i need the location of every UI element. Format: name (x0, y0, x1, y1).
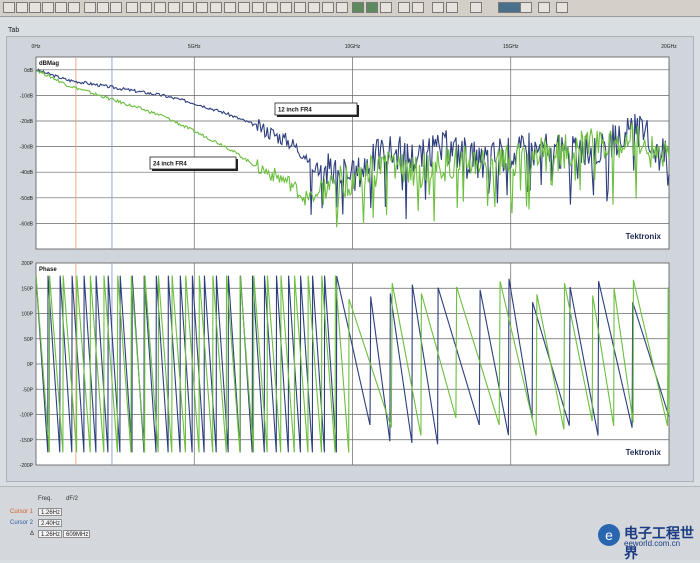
top-freq-tick-label: 5GHz (188, 44, 201, 50)
toolbar-button-icon[interactable] (366, 2, 378, 13)
toolbar-button-icon[interactable] (110, 2, 122, 13)
toolbar-button-icon[interactable] (336, 2, 348, 13)
toolbar-button-icon[interactable] (210, 2, 222, 13)
toolbar-button-icon[interactable] (308, 2, 320, 13)
magnitude-title: dBMag (39, 61, 59, 67)
toolbar-button-icon[interactable] (280, 2, 292, 13)
cursor2-label: Cursor 2 (10, 520, 34, 526)
toolbar-button-icon[interactable] (352, 2, 364, 13)
phase-y-tick-label: 100P (21, 312, 33, 318)
phase-y-tick-label: -200P (20, 463, 34, 469)
toolbar-button-icon[interactable] (322, 2, 334, 13)
toolbar-button-icon[interactable] (538, 2, 550, 13)
series-12inch-label: 12 inch FR4 (278, 108, 312, 114)
toolbar-button-icon[interactable] (68, 2, 80, 13)
phase-title: Phase (39, 267, 57, 273)
top-freq-tick-label: 20GHz (661, 44, 677, 50)
toolbar-button-icon[interactable] (84, 2, 96, 13)
toolbar-button-icon[interactable] (498, 2, 522, 13)
freq-label: Freq. (38, 496, 53, 502)
phase-y-tick-label: 0P (27, 362, 34, 368)
toolbar-button-icon[interactable] (154, 2, 166, 13)
toolbar-button-icon[interactable] (398, 2, 410, 13)
toolbar-button-icon[interactable] (520, 2, 532, 13)
delta-label: Δ (30, 531, 35, 537)
top-freq-tick-label: 10GHz (345, 44, 361, 50)
toolbar-button-icon[interactable] (470, 2, 482, 13)
toolbar-button-icon[interactable] (446, 2, 458, 13)
toolbar-button-icon[interactable] (294, 2, 306, 13)
toolbar-button-icon[interactable] (266, 2, 278, 13)
magnitude-y-tick-label: -20dB (20, 119, 34, 125)
toolbar-button-icon[interactable] (29, 2, 41, 13)
toolbar-button-icon[interactable] (55, 2, 67, 13)
magnitude-y-tick-label: 0dB (24, 68, 34, 74)
cursor2-value: 2.40Hz (38, 519, 62, 527)
toolbar-button-icon[interactable] (556, 2, 568, 13)
magnitude-y-tick-label: -50dB (20, 196, 34, 202)
phase-y-tick-label: -150P (20, 438, 34, 444)
df-label: dF/2 (66, 496, 79, 502)
toolbar-button-icon[interactable] (3, 2, 15, 13)
toolbar (0, 0, 700, 17)
phase-y-tick-label: 50P (24, 337, 34, 343)
toolbar-button-icon[interactable] (182, 2, 194, 13)
toolbar-button-icon[interactable] (140, 2, 152, 13)
toolbar-button-icon[interactable] (97, 2, 109, 13)
phase-y-tick-label: -100P (20, 413, 34, 419)
cursor1-label: Cursor 1 (10, 509, 34, 515)
network-analyzer-chart: 0Hz 5GHz 10GHz 15GHz 20GHz 0dB -10dB -20dB -30dB… (20, 44, 678, 469)
toolbar-button-icon[interactable] (238, 2, 250, 13)
delta-value: 1.26Hz (38, 530, 62, 538)
toolbar-button-icon[interactable] (224, 2, 236, 13)
toolbar-button-icon[interactable] (252, 2, 264, 13)
logo-url: eeworld.com.cn (624, 539, 681, 548)
toolbar-button-icon[interactable] (196, 2, 208, 13)
magnitude-y-tick-label: -60dB (20, 221, 34, 227)
toolbar-button-icon[interactable] (16, 2, 28, 13)
magnitude-brand-label: Tektronix (626, 232, 662, 241)
status-panel: Freq. dF/2 Cursor 1 1.26Hz Cursor 2 2.40… (0, 486, 700, 560)
plot-area: 0Hz 5GHz 10GHz 15GHz 20GHz 0dB -10dB -20dB -30dB… (6, 36, 694, 482)
toolbar-button-icon[interactable] (168, 2, 180, 13)
series-24inch-label: 24 inch FR4 (153, 162, 187, 168)
toolbar-button-icon[interactable] (412, 2, 424, 13)
toolbar-button-icon[interactable] (432, 2, 444, 13)
top-freq-tick-label: 15GHz (503, 44, 519, 50)
toolbar-button-icon[interactable] (42, 2, 54, 13)
tab-label[interactable]: Tab (8, 27, 19, 34)
toolbar-button-icon[interactable] (380, 2, 392, 13)
magnitude-y-tick-label: -10dB (20, 93, 34, 99)
top-freq-tick-label: 0Hz (32, 44, 41, 50)
magnitude-y-tick-label: -30dB (20, 145, 34, 151)
cursor1-value: 1.26Hz (38, 508, 62, 516)
toolbar-button-icon[interactable] (126, 2, 138, 13)
logo-icon: e (598, 524, 620, 546)
phase-brand-label: Tektronix (626, 448, 662, 457)
phase-y-tick-label: 150P (21, 286, 33, 292)
delta-extra: 609MHz (63, 530, 90, 538)
magnitude-y-tick-label: -40dB (20, 170, 34, 176)
phase-y-tick-label: 200P (21, 261, 33, 267)
eeworld-logo: e 电子工程世界 eeworld.com.cn (596, 522, 696, 561)
phase-y-tick-label: -50P (22, 387, 33, 393)
